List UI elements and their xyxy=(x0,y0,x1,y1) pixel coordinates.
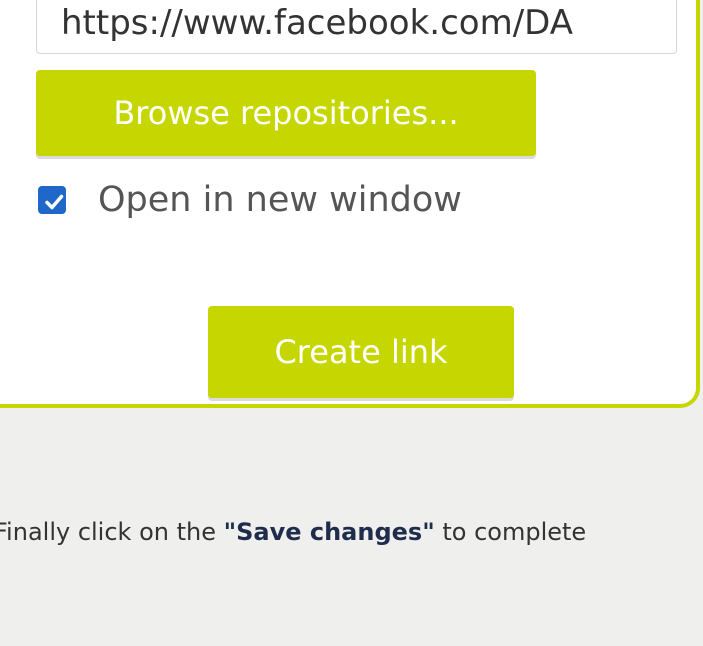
save-changes-emphasis: "Save changes" xyxy=(223,518,435,546)
open-in-new-window-checkbox[interactable] xyxy=(38,186,66,214)
create-link-button[interactable]: Create link xyxy=(208,306,514,398)
open-in-new-window-row[interactable]: Open in new window xyxy=(38,172,462,228)
instruction-prefix: Finally click on the xyxy=(0,518,224,546)
browse-repositories-button[interactable]: Browse repositories... xyxy=(36,70,536,156)
open-in-new-window-label: Open in new window xyxy=(98,180,462,220)
url-input[interactable]: https://www.facebook.com/DA xyxy=(36,0,677,54)
check-icon xyxy=(45,194,64,210)
instruction-suffix: to complete xyxy=(434,518,587,546)
instruction-text: Finally click on the "Save changes" to c… xyxy=(0,512,703,552)
